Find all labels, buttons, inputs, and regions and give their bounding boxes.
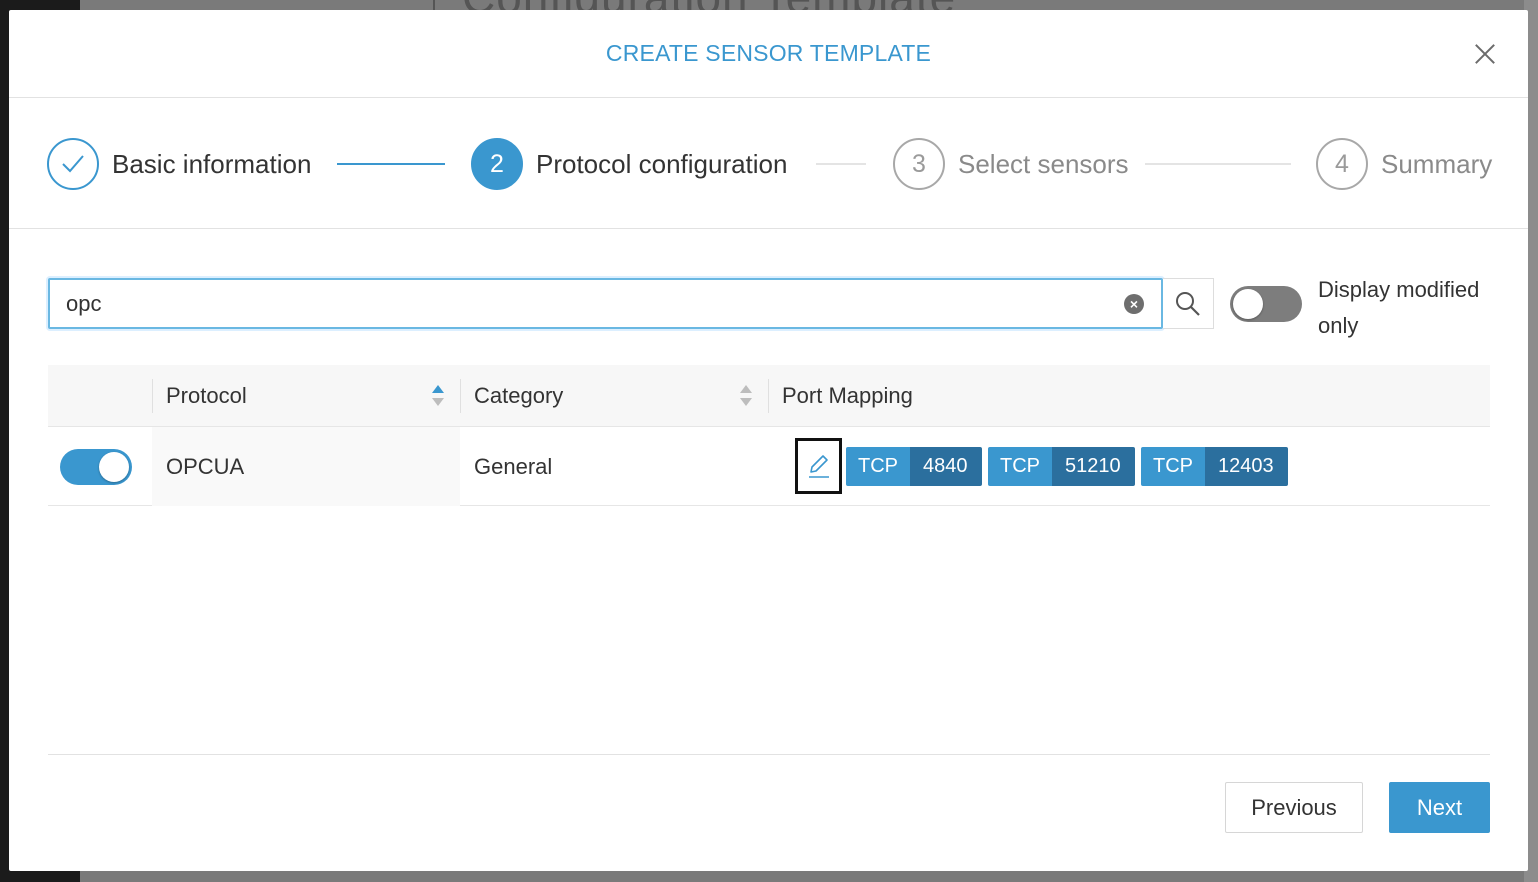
footer-divider <box>48 754 1490 755</box>
toggle-knob <box>99 452 129 482</box>
step-label: Basic information <box>112 148 312 179</box>
search-box: × <box>48 278 1163 329</box>
toggle-knob <box>1233 289 1263 319</box>
edit-port-mapping-button[interactable] <box>795 438 842 494</box>
modal-title: CREATE SENSOR TEMPLATE <box>605 40 932 66</box>
category-cell: General <box>474 453 553 479</box>
step-number: 2 <box>471 138 523 190</box>
background-divider <box>433 0 435 10</box>
display-modified-toggle[interactable] <box>1230 286 1302 322</box>
protocol-enable-toggle[interactable] <box>60 449 132 485</box>
step-label: Select sensors <box>958 148 1129 179</box>
port-badge[interactable]: TCP 51210 <box>988 447 1135 486</box>
step-connector <box>816 163 866 165</box>
search-button[interactable] <box>1163 278 1214 329</box>
column-header-category[interactable]: Category <box>474 365 563 427</box>
column-divider <box>152 379 153 413</box>
step-number: 4 <box>1316 138 1368 190</box>
search-icon <box>1176 291 1200 316</box>
step-basic-information[interactable]: Basic information <box>47 137 311 191</box>
modal-header: CREATE SENSOR TEMPLATE <box>9 10 1528 98</box>
step-summary[interactable]: 4 Summary <box>1316 137 1492 191</box>
port-protocol: TCP <box>846 447 910 486</box>
column-header-protocol[interactable]: Protocol <box>166 365 247 427</box>
step-number: 3 <box>893 138 945 190</box>
step-label: Protocol configuration <box>536 148 788 179</box>
clear-icon[interactable]: × <box>1124 294 1144 314</box>
close-icon[interactable] <box>1471 40 1499 68</box>
column-header-port-mapping: Port Mapping <box>782 383 913 408</box>
checkmark-icon <box>47 138 99 190</box>
port-badge[interactable]: TCP 12403 <box>1141 447 1288 486</box>
previous-button[interactable]: Previous <box>1225 782 1363 833</box>
wizard-stepper: Basic information 2 Protocol configurati… <box>9 98 1528 229</box>
step-label: Summary <box>1381 148 1493 179</box>
port-protocol: TCP <box>988 447 1052 486</box>
table-row: OPCUA General TCP 4840 TCP 51210 TCP 124… <box>48 427 1490 506</box>
pencil-icon <box>808 455 829 478</box>
port-protocol: TCP <box>1141 447 1205 486</box>
step-connector <box>337 163 445 165</box>
port-number: 4840 <box>910 447 982 486</box>
port-number: 12403 <box>1205 447 1288 486</box>
display-modified-label: Display modified only <box>1318 277 1480 338</box>
port-badge[interactable]: TCP 4840 <box>846 447 982 486</box>
sort-icon[interactable] <box>740 385 752 409</box>
protocols-table: Protocol Category Port Mapping OPCUA Gen… <box>48 365 1490 506</box>
step-connector <box>1145 163 1291 165</box>
create-sensor-template-modal: CREATE SENSOR TEMPLATE Basic information… <box>9 10 1528 871</box>
step-protocol-configuration[interactable]: 2 Protocol configuration <box>471 137 787 191</box>
next-button[interactable]: Next <box>1389 782 1490 833</box>
table-header: Protocol Category Port Mapping <box>48 365 1490 427</box>
search-input[interactable] <box>66 289 1066 319</box>
column-divider <box>768 379 769 413</box>
port-number: 51210 <box>1052 447 1135 486</box>
protocol-cell: OPCUA <box>166 453 245 479</box>
step-select-sensors[interactable]: 3 Select sensors <box>893 137 1129 191</box>
sort-icon[interactable] <box>432 385 444 409</box>
column-divider <box>460 379 461 413</box>
